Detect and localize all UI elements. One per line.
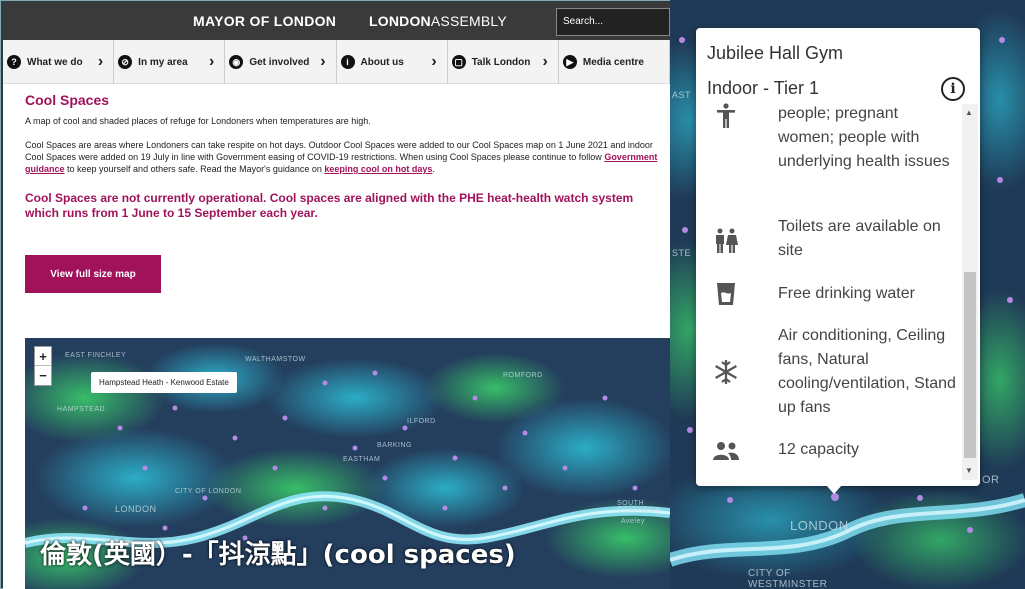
feature-text: people; pregnant women; people with unde… bbox=[778, 105, 950, 170]
feature-text: Air conditioning, Ceiling fans, Natural … bbox=[778, 327, 956, 416]
nav-what-we-do[interactable]: ? What we do › bbox=[3, 40, 115, 84]
nav-get-involved[interactable]: ◉ Get involved › bbox=[225, 40, 337, 84]
nav-in-my-area[interactable]: ⊘ In my area › bbox=[114, 40, 226, 84]
nav-label: Get involved bbox=[249, 56, 310, 68]
nav-label: Talk London bbox=[471, 56, 531, 68]
popup-pointer bbox=[826, 485, 842, 494]
chevron-right-icon: › bbox=[431, 53, 437, 70]
page-title: Cool Spaces bbox=[25, 92, 110, 108]
map-label: STE bbox=[672, 248, 692, 258]
mayor-of-london-logo[interactable]: MAYOR OF LONDON bbox=[193, 13, 336, 29]
map-label: Aveley bbox=[621, 518, 645, 525]
zoom-in-button[interactable]: + bbox=[35, 347, 51, 366]
chat-icon: ▢ bbox=[451, 55, 466, 69]
london-assembly-logo[interactable]: LONDONASSEMBLY bbox=[369, 13, 507, 29]
nav-label: What we do bbox=[27, 56, 83, 68]
keeping-cool-link[interactable]: keeping cool on hot days bbox=[324, 164, 432, 174]
zoom-control: + − bbox=[34, 346, 52, 386]
scroll-up-icon[interactable]: ▲ bbox=[965, 108, 973, 117]
map-label: EAST FINCHLEY bbox=[65, 352, 127, 359]
popup-title: Jubilee Hall Gym bbox=[707, 43, 844, 63]
intro-text: A map of cool and shaded places of refug… bbox=[25, 116, 371, 126]
chevron-right-icon: › bbox=[542, 53, 548, 70]
cool-space-popup: Jubilee Hall Gym Indoor - Tier 1 i peopl… bbox=[696, 28, 980, 486]
nav-label: About us bbox=[360, 56, 404, 68]
scrollbar-thumb[interactable] bbox=[964, 272, 976, 458]
map-label: WALTHAMSTOW bbox=[245, 356, 306, 363]
main-content: Cool Spaces A map of cool and shaded pla… bbox=[25, 92, 670, 293]
feature-text: Toilets are available on site bbox=[778, 218, 941, 259]
location-pin-icon: ◉ bbox=[229, 55, 244, 69]
chevron-right-icon: › bbox=[97, 53, 104, 70]
map-label: BARKING bbox=[377, 442, 413, 449]
question-icon: ? bbox=[7, 55, 21, 69]
map-label: LONDON bbox=[115, 504, 157, 514]
caption-overlay: 倫敦(英國）-「抖涼點」(cool spaces) bbox=[40, 540, 516, 570]
play-icon: ▶ bbox=[562, 55, 577, 69]
feature-text: 12 capacity bbox=[778, 441, 859, 458]
snowflake-icon bbox=[712, 358, 740, 386]
view-full-map-button[interactable]: View full size map bbox=[25, 255, 161, 293]
map-label: LONDON bbox=[790, 518, 849, 533]
body-text: Cool Spaces are areas where Londoners ca… bbox=[25, 140, 658, 174]
toilets-icon bbox=[712, 227, 740, 255]
map-label: CITY OF WESTMINSTER bbox=[748, 568, 828, 589]
map-label: ROMFORD bbox=[503, 372, 543, 379]
people-icon bbox=[712, 437, 740, 465]
main-nav: ? What we do › ⊘ In my area › ◉ Get involved ›… bbox=[3, 40, 670, 84]
scroll-down-icon[interactable]: ▼ bbox=[965, 466, 973, 475]
nav-label: In my area bbox=[138, 56, 188, 68]
chevron-right-icon: › bbox=[209, 53, 215, 70]
info-icon: i bbox=[340, 55, 355, 69]
popup-tier: Indoor - Tier 1 bbox=[707, 78, 820, 98]
nav-media-centre[interactable]: ▶ Media centre bbox=[559, 40, 670, 84]
water-icon bbox=[712, 280, 740, 308]
map-tooltip: Hampstead Heath - Kenwood Estate bbox=[91, 372, 237, 393]
zoom-out-button[interactable]: − bbox=[35, 366, 51, 385]
nav-talk-london[interactable]: ▢ Talk London › bbox=[448, 40, 559, 84]
city-hall-website: MAYOR OF LONDON LONDONASSEMBLY Search...… bbox=[3, 2, 670, 589]
map-label: ILFORD bbox=[407, 418, 436, 425]
popup-scrollbar[interactable]: ▲ ▼ bbox=[962, 104, 978, 480]
search-input[interactable]: Search... bbox=[556, 8, 670, 36]
map-label: EASTHAM bbox=[343, 456, 381, 463]
compass-icon: ⊘ bbox=[118, 55, 133, 69]
nav-label: Media centre bbox=[582, 56, 644, 68]
map-label: SOUTH OCKENDON bbox=[617, 500, 662, 514]
top-bar: MAYOR OF LONDON LONDONASSEMBLY Search... bbox=[3, 2, 670, 40]
map-label: AST bbox=[672, 90, 692, 100]
accessibility-icon bbox=[712, 102, 740, 130]
chevron-right-icon: › bbox=[320, 53, 326, 70]
nav-about-us[interactable]: i About us › bbox=[337, 40, 448, 84]
map-label: CITY OF LONDON bbox=[175, 488, 242, 495]
map-label: HAMPSTEAD bbox=[57, 406, 106, 413]
info-icon[interactable]: i bbox=[941, 77, 965, 101]
operational-warning: Cool Spaces are not currently operationa… bbox=[25, 191, 634, 220]
feature-text: Free drinking water bbox=[778, 285, 915, 302]
map-label: OR bbox=[982, 474, 1000, 486]
